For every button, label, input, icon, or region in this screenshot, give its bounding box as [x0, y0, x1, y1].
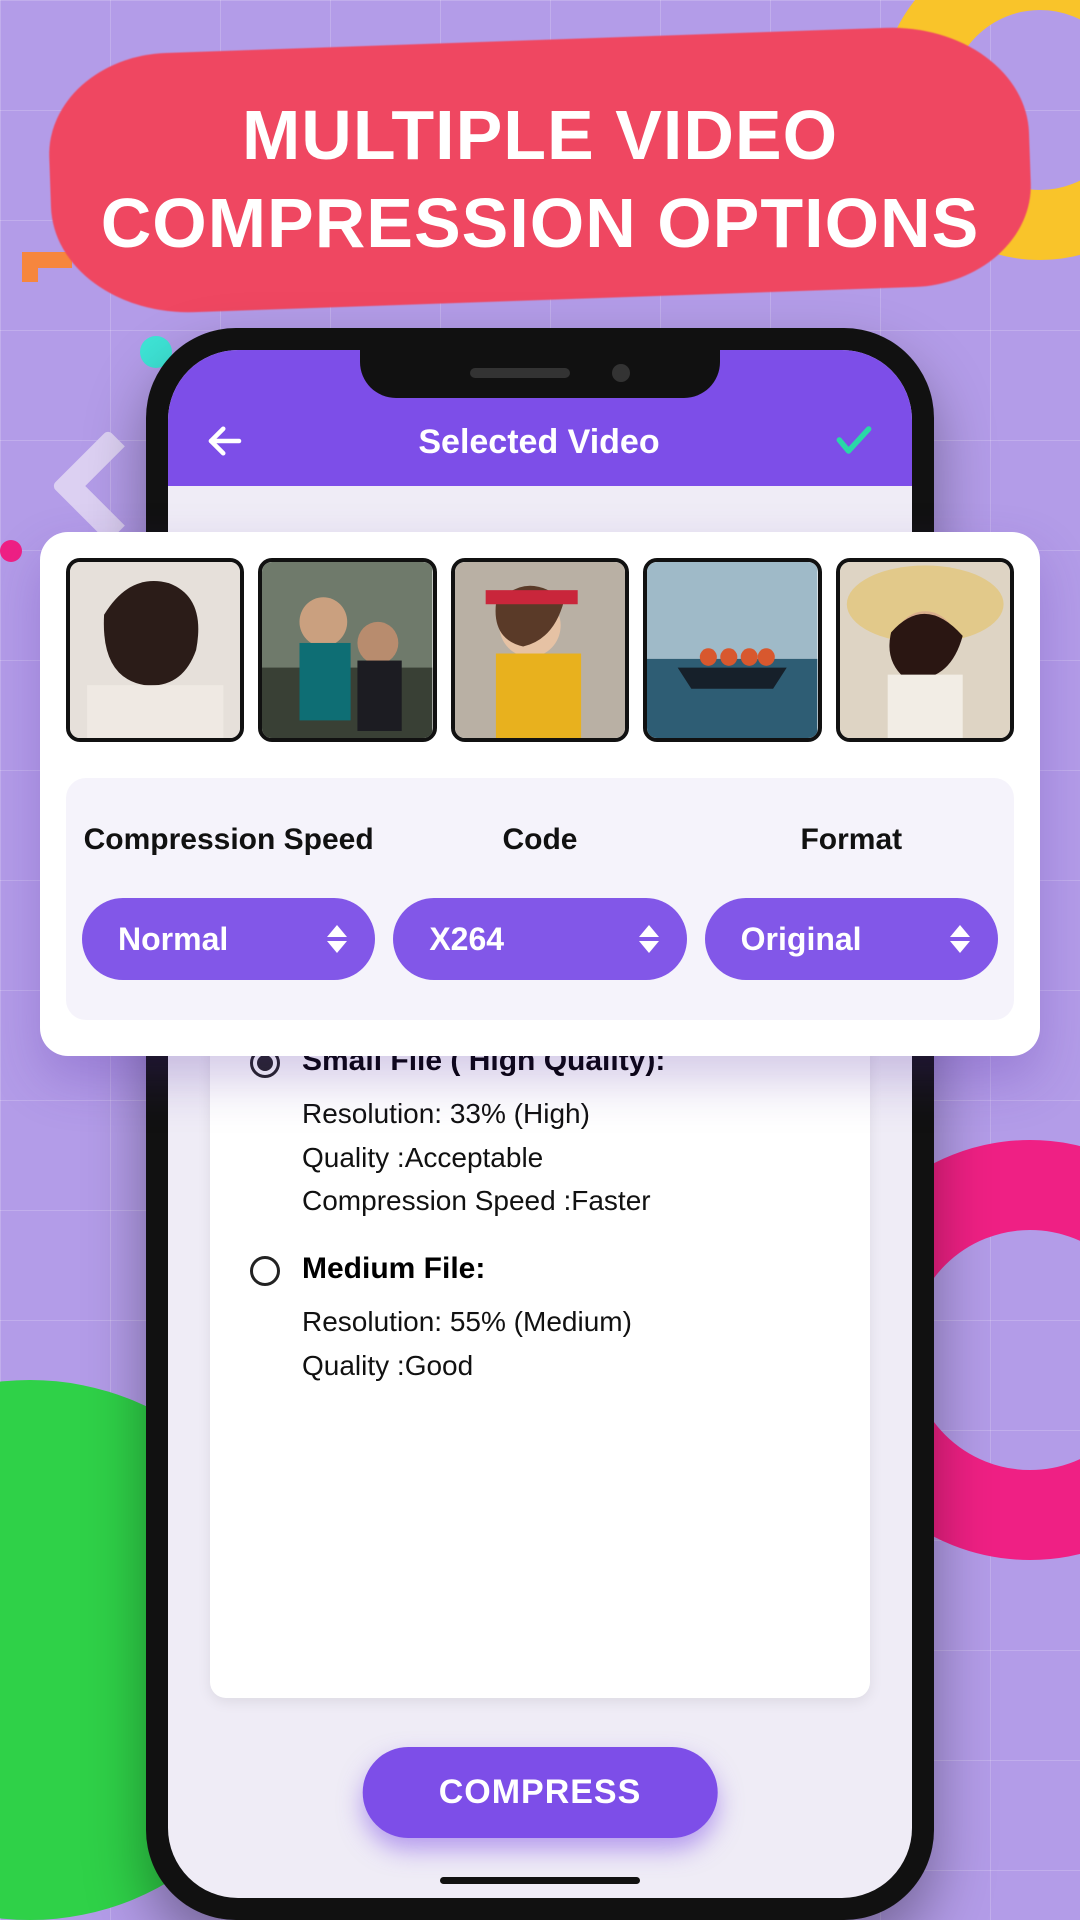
sort-icon: [327, 925, 347, 953]
option-body: Small File ( High Quality): Resolution: …: [302, 1044, 838, 1222]
back-arrow-icon[interactable]: [204, 420, 246, 462]
selector-label: Format: [800, 804, 902, 876]
radio-icon[interactable]: [250, 1256, 280, 1286]
sort-icon: [950, 925, 970, 953]
video-thumbnails: [66, 558, 1014, 742]
option-detail: Resolution: 55% (Medium): [302, 1300, 838, 1343]
video-thumbnail[interactable]: [643, 558, 821, 742]
compression-speed-dropdown[interactable]: Normal: [82, 898, 375, 980]
selector-compression-speed: Compression Speed Normal: [82, 804, 375, 980]
option-medium-file[interactable]: Medium File: Resolution: 55% (Medium) Qu…: [250, 1252, 838, 1387]
page-title: Selected Video: [418, 423, 659, 462]
option-detail: Quality :Good: [302, 1344, 838, 1387]
promo-title: MULTIPLE VIDEO COMPRESSION OPTIONS: [0, 92, 1080, 267]
config-selectors: Compression Speed Normal Code X264 Forma…: [66, 778, 1014, 1020]
promo-line-2: COMPRESSION OPTIONS: [101, 184, 980, 262]
video-thumbnail[interactable]: [451, 558, 629, 742]
option-small-file-hq[interactable]: Small File ( High Quality): Resolution: …: [250, 1044, 838, 1222]
option-title: Medium File:: [302, 1252, 838, 1286]
option-body: Medium File: Resolution: 55% (Medium) Qu…: [302, 1252, 838, 1387]
dropdown-value: X264: [429, 921, 504, 958]
compress-button[interactable]: COMPRESS: [363, 1747, 718, 1838]
option-detail: Quality :Acceptable: [302, 1136, 838, 1179]
option-detail: Compression Speed :Faster: [302, 1179, 838, 1222]
decor-pink-dot: [0, 540, 22, 562]
format-dropdown[interactable]: Original: [705, 898, 998, 980]
sort-icon: [639, 925, 659, 953]
phone-notch: [360, 350, 720, 398]
selector-format: Format Original: [705, 804, 998, 980]
video-thumbnail[interactable]: [836, 558, 1014, 742]
video-thumbnail[interactable]: [258, 558, 436, 742]
code-dropdown[interactable]: X264: [393, 898, 686, 980]
confirm-check-icon[interactable]: [832, 418, 876, 462]
option-detail: Resolution: 33% (High): [302, 1092, 838, 1135]
video-thumbnail[interactable]: [66, 558, 244, 742]
dropdown-value: Original: [741, 921, 862, 958]
selector-code: Code X264: [393, 804, 686, 980]
dropdown-value: Normal: [118, 921, 228, 958]
video-config-card: Compression Speed Normal Code X264 Forma…: [40, 532, 1040, 1056]
selector-label: Code: [502, 804, 577, 876]
selector-label: Compression Speed: [84, 804, 374, 876]
phone-home-indicator: [440, 1877, 640, 1884]
promo-line-1: MULTIPLE VIDEO: [242, 96, 838, 174]
